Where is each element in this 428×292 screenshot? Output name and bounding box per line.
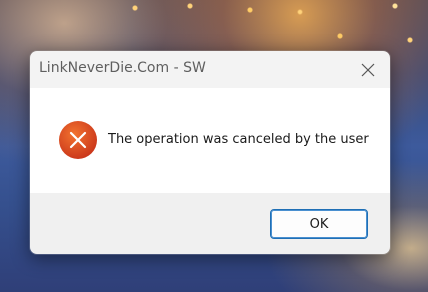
dialog-body: The operation was canceled by the user bbox=[30, 88, 390, 193]
close-icon bbox=[361, 63, 375, 76]
dialog-message: The operation was canceled by the user bbox=[108, 132, 369, 147]
wallpaper-city-lights bbox=[0, 0, 428, 55]
close-button[interactable] bbox=[346, 51, 390, 88]
dialog-titlebar[interactable]: LinkNeverDie.Com - SW bbox=[30, 51, 390, 88]
ok-button[interactable]: OK bbox=[270, 209, 368, 239]
dialog-footer: OK bbox=[30, 193, 390, 254]
error-x-icon bbox=[59, 121, 97, 159]
error-dialog: LinkNeverDie.Com - SW The operation was … bbox=[29, 50, 391, 255]
dialog-title: LinkNeverDie.Com - SW bbox=[39, 60, 206, 76]
